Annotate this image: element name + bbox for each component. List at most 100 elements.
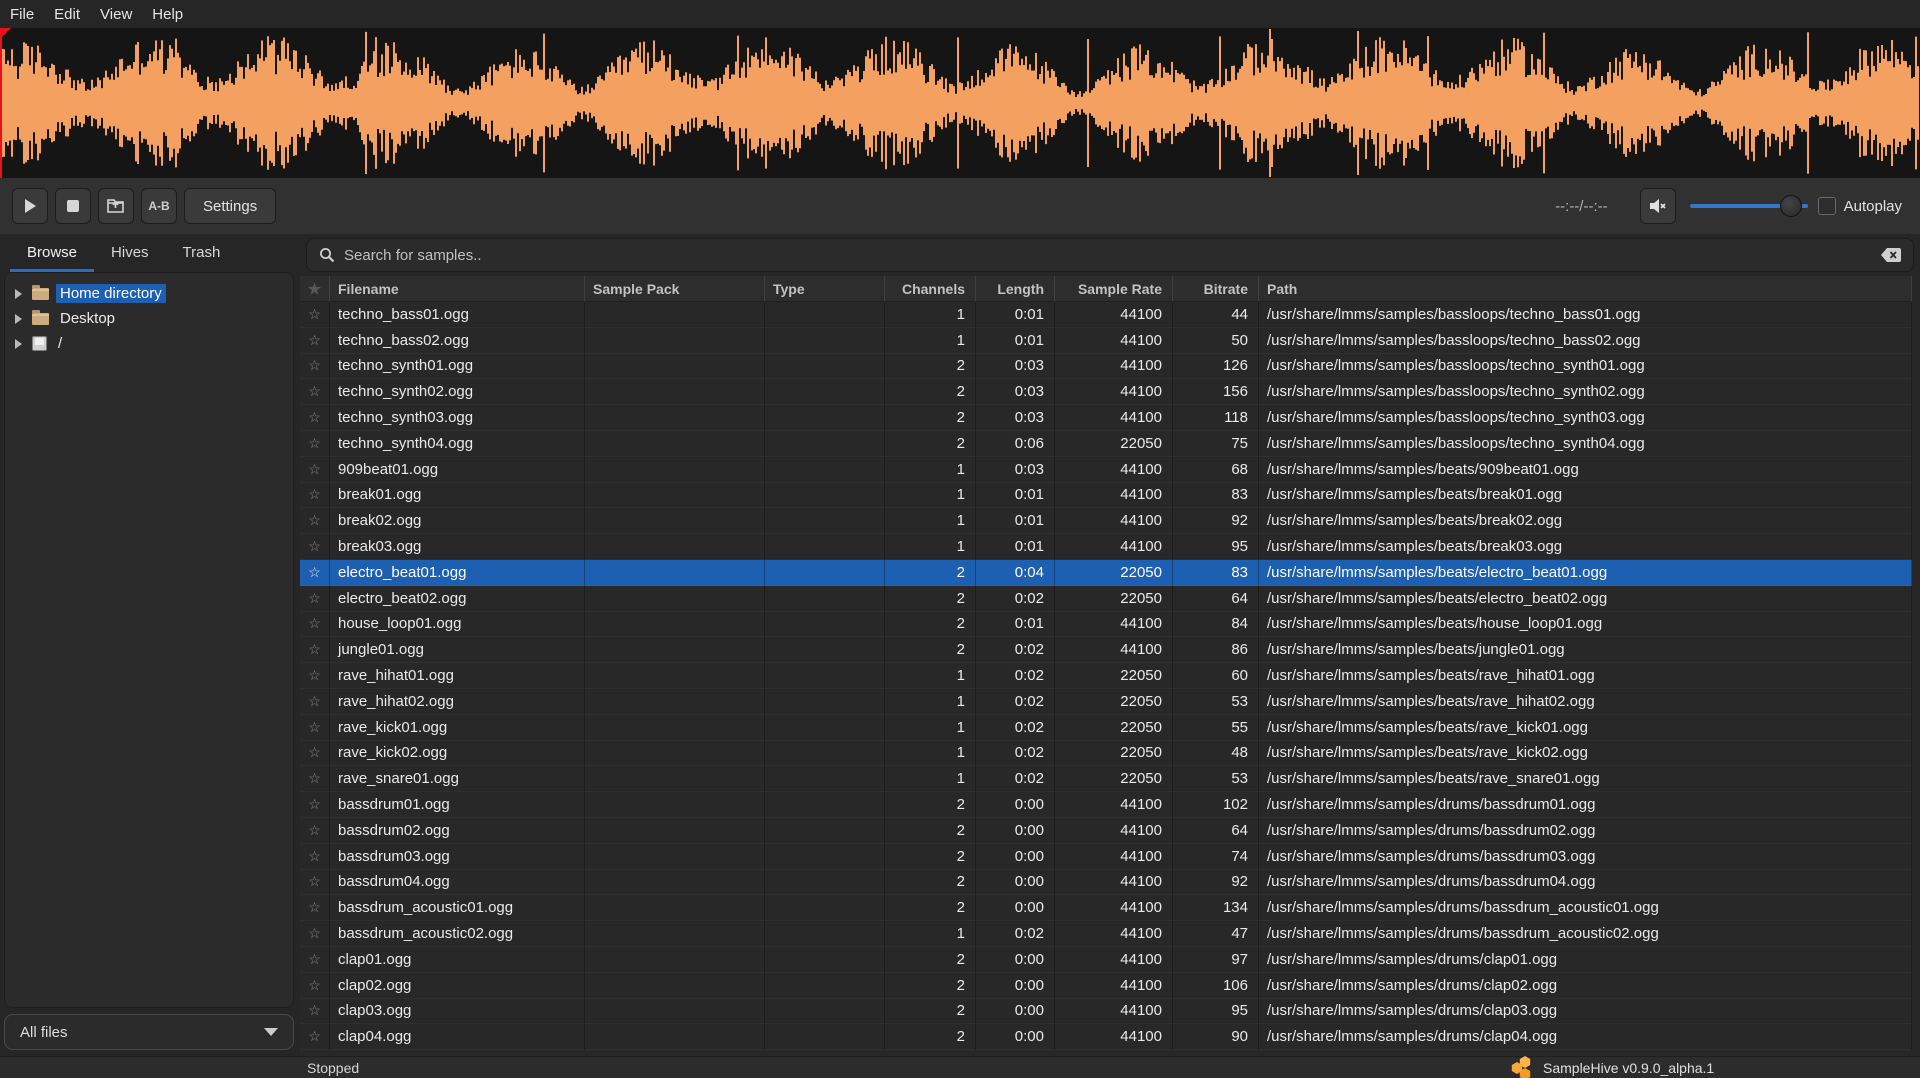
column-bitrate[interactable]: Bitrate xyxy=(1173,276,1259,302)
favorite-star-icon[interactable]: ☆ xyxy=(300,637,330,663)
favorite-star-icon[interactable]: ☆ xyxy=(300,766,330,792)
menu-help[interactable]: Help xyxy=(152,6,183,23)
table-row[interactable]: ☆rave_kick01.ogg10:022205055/usr/share/l… xyxy=(300,715,1912,741)
file-filter-dropdown[interactable]: All files xyxy=(4,1014,294,1050)
table-row[interactable]: ☆bassdrum_acoustic02.ogg10:024410047/usr… xyxy=(300,921,1912,947)
play-button[interactable] xyxy=(12,188,48,224)
mute-button[interactable] xyxy=(1640,188,1676,224)
favorite-star-icon[interactable]: ☆ xyxy=(300,844,330,870)
table-row[interactable]: ☆clap02.ogg20:0044100106/usr/share/lmms/… xyxy=(300,973,1912,999)
favorite-star-icon[interactable]: ☆ xyxy=(300,508,330,534)
volume-slider[interactable] xyxy=(1690,195,1808,217)
column-path[interactable]: Path xyxy=(1259,276,1912,302)
tree-item-root[interactable]: / xyxy=(5,331,293,356)
tree-item-home[interactable]: Home directory xyxy=(5,281,293,306)
favorite-star-icon[interactable]: ☆ xyxy=(300,1024,330,1050)
favorite-star-icon[interactable]: ☆ xyxy=(300,457,330,483)
scrollbar-gutter[interactable] xyxy=(1912,276,1920,1056)
table-row[interactable]: ☆bassdrum_acoustic01.ogg20:0044100134/us… xyxy=(300,895,1912,921)
table-row[interactable]: ☆break01.ogg10:014410083/usr/share/lmms/… xyxy=(300,483,1912,509)
clear-search-icon[interactable] xyxy=(1881,248,1901,262)
favorite-star-icon[interactable]: ☆ xyxy=(300,689,330,715)
table-row[interactable]: ☆electro_beat02.ogg20:022205064/usr/shar… xyxy=(300,586,1912,612)
table-row[interactable]: ☆break02.ogg10:014410092/usr/share/lmms/… xyxy=(300,508,1912,534)
favorite-star-icon[interactable]: ☆ xyxy=(300,354,330,380)
column-type[interactable]: Type xyxy=(765,276,885,302)
table-row[interactable]: ☆rave_snare01.ogg10:022205053/usr/share/… xyxy=(300,766,1912,792)
table-row[interactable]: ☆techno_synth01.ogg20:0344100126/usr/sha… xyxy=(300,354,1912,380)
table-row[interactable]: ☆rave_hihat02.ogg10:022205053/usr/share/… xyxy=(300,689,1912,715)
menu-view[interactable]: View xyxy=(100,6,132,23)
cell-length: 0:00 xyxy=(976,792,1055,818)
playhead-handle-icon[interactable] xyxy=(0,28,11,39)
favorite-star-icon[interactable]: ☆ xyxy=(300,921,330,947)
table-row[interactable]: ☆bassdrum01.ogg20:0044100102/usr/share/l… xyxy=(300,792,1912,818)
menu-file[interactable]: File xyxy=(10,6,34,23)
autoplay-checkbox[interactable] xyxy=(1818,197,1836,215)
favorite-star-icon[interactable]: ☆ xyxy=(300,895,330,921)
table-row[interactable]: ☆clap03.ogg20:004410095/usr/share/lmms/s… xyxy=(300,999,1912,1025)
table-row[interactable]: ☆techno_bass02.ogg10:014410050/usr/share… xyxy=(300,328,1912,354)
column-sample-rate[interactable]: Sample Rate xyxy=(1055,276,1173,302)
favorite-star-icon[interactable]: ☆ xyxy=(300,328,330,354)
favorite-star-icon[interactable]: ☆ xyxy=(300,431,330,457)
favorite-star-icon[interactable]: ☆ xyxy=(300,302,330,328)
column-sample-pack[interactable]: Sample Pack xyxy=(585,276,765,302)
menu-edit[interactable]: Edit xyxy=(54,6,80,23)
favorite-star-icon[interactable]: ☆ xyxy=(300,405,330,431)
favorite-star-icon[interactable]: ☆ xyxy=(300,792,330,818)
table-row[interactable]: ☆techno_bass01.ogg10:014410044/usr/share… xyxy=(300,302,1912,328)
favorite-star-icon[interactable]: ☆ xyxy=(300,741,330,767)
tab-hives[interactable]: Hives xyxy=(94,236,166,272)
table-row[interactable]: ☆bassdrum03.ogg20:004410074/usr/share/lm… xyxy=(300,844,1912,870)
favorite-star-icon[interactable]: ☆ xyxy=(300,818,330,844)
playhead-line[interactable] xyxy=(0,28,2,178)
favorite-star-icon[interactable]: ☆ xyxy=(300,663,330,689)
tree-item-desktop[interactable]: Desktop xyxy=(5,306,293,331)
table-row[interactable]: ☆techno_synth03.ogg20:0344100118/usr/sha… xyxy=(300,405,1912,431)
favorite-star-icon[interactable]: ☆ xyxy=(300,612,330,638)
search-bar[interactable] xyxy=(306,238,1914,272)
favorite-star-icon[interactable]: ☆ xyxy=(300,947,330,973)
favorite-star-icon[interactable]: ☆ xyxy=(300,534,330,560)
volume-knob[interactable] xyxy=(1780,195,1802,217)
favorite-star-icon[interactable]: ☆ xyxy=(300,973,330,999)
column-length[interactable]: Length xyxy=(976,276,1055,302)
tab-browse[interactable]: Browse xyxy=(10,236,94,272)
waveform-panel[interactable] xyxy=(0,28,1920,178)
table-row[interactable]: ☆techno_synth02.ogg20:0344100156/usr/sha… xyxy=(300,379,1912,405)
loop-ab-button[interactable]: A-B xyxy=(141,188,177,224)
favorite-star-icon[interactable]: ☆ xyxy=(300,870,330,896)
column-filename[interactable]: Filename xyxy=(330,276,585,302)
favorite-star-icon[interactable]: ☆ xyxy=(300,379,330,405)
favorite-star-icon[interactable]: ☆ xyxy=(300,715,330,741)
tab-trash[interactable]: Trash xyxy=(166,236,238,272)
table-row[interactable]: ☆electro_beat01.ogg20:042205083/usr/shar… xyxy=(300,560,1912,586)
column-channels[interactable]: Channels xyxy=(885,276,976,302)
table-row[interactable]: ☆clap01.ogg20:004410097/usr/share/lmms/s… xyxy=(300,947,1912,973)
expand-caret-icon[interactable] xyxy=(15,314,22,324)
expand-caret-icon[interactable] xyxy=(15,339,22,349)
table-row[interactable]: ☆house_loop01.ogg20:014410084/usr/share/… xyxy=(300,612,1912,638)
favorite-star-icon[interactable]: ☆ xyxy=(300,586,330,612)
settings-button[interactable]: Settings xyxy=(184,188,276,224)
search-input[interactable] xyxy=(344,247,1881,264)
table-row[interactable]: ☆bassdrum04.ogg20:004410092/usr/share/lm… xyxy=(300,870,1912,896)
table-row[interactable]: ☆rave_hihat01.ogg10:022205060/usr/share/… xyxy=(300,663,1912,689)
favorite-star-icon[interactable]: ☆ xyxy=(300,999,330,1025)
stop-button[interactable] xyxy=(55,188,91,224)
table-row[interactable]: ☆break03.ogg10:014410095/usr/share/lmms/… xyxy=(300,534,1912,560)
table-row[interactable]: ☆rave_kick02.ogg10:022205048/usr/share/l… xyxy=(300,741,1912,767)
favorite-star-icon[interactable]: ☆ xyxy=(300,483,330,509)
cell-sample-rate: 44100 xyxy=(1055,973,1173,999)
table-row[interactable]: ☆techno_synth04.ogg20:062205075/usr/shar… xyxy=(300,431,1912,457)
table-row[interactable]: ☆bassdrum02.ogg20:004410064/usr/share/lm… xyxy=(300,818,1912,844)
table-row[interactable]: ☆jungle01.ogg20:024410086/usr/share/lmms… xyxy=(300,637,1912,663)
cell-type xyxy=(765,431,885,457)
favorite-star-icon[interactable]: ☆ xyxy=(300,560,330,586)
column-favorite-icon[interactable]: ★ xyxy=(300,276,330,302)
open-file-button[interactable] xyxy=(98,188,134,224)
table-row[interactable]: ☆909beat01.ogg10:034410068/usr/share/lmm… xyxy=(300,457,1912,483)
expand-caret-icon[interactable] xyxy=(15,289,22,299)
table-row[interactable]: ☆clap04.ogg20:004410090/usr/share/lmms/s… xyxy=(300,1024,1912,1050)
